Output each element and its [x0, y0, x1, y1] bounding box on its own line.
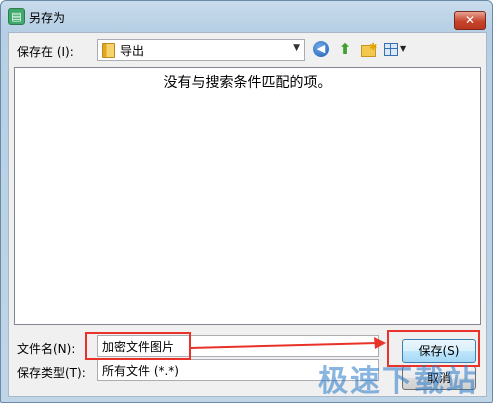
save-in-value: 导出 — [120, 44, 145, 58]
app-icon: ▤ — [8, 8, 25, 25]
back-icon[interactable]: ◀ — [313, 41, 329, 57]
filename-highlight-box — [85, 332, 191, 360]
views-menu-icon[interactable]: ▼ — [383, 40, 411, 58]
filename-label: 文件名(N): — [17, 342, 76, 356]
watermark: 极速下载站 — [318, 364, 478, 399]
up-folder-icon[interactable]: ⬆ — [336, 40, 354, 58]
chevron-down-icon[interactable]: ▼ — [293, 43, 300, 53]
title-bar: ▤ 另存为 ✕ — [1, 1, 492, 31]
save-in-dropdown[interactable]: 导出 ▼ — [97, 39, 305, 61]
folder-icon — [102, 43, 115, 58]
empty-message: 没有与搜索条件匹配的项。 — [163, 75, 332, 91]
new-folder-icon[interactable]: ✱ — [359, 40, 377, 58]
save-in-label: 保存在 (I): — [17, 45, 74, 59]
filetype-label: 保存类型(T): — [17, 366, 86, 380]
file-list[interactable]: 没有与搜索条件匹配的项。 — [14, 67, 481, 325]
window-title: 另存为 — [29, 11, 66, 25]
filetype-value: 所有文件 (*.*) — [102, 364, 179, 378]
close-button[interactable]: ✕ — [454, 11, 486, 30]
